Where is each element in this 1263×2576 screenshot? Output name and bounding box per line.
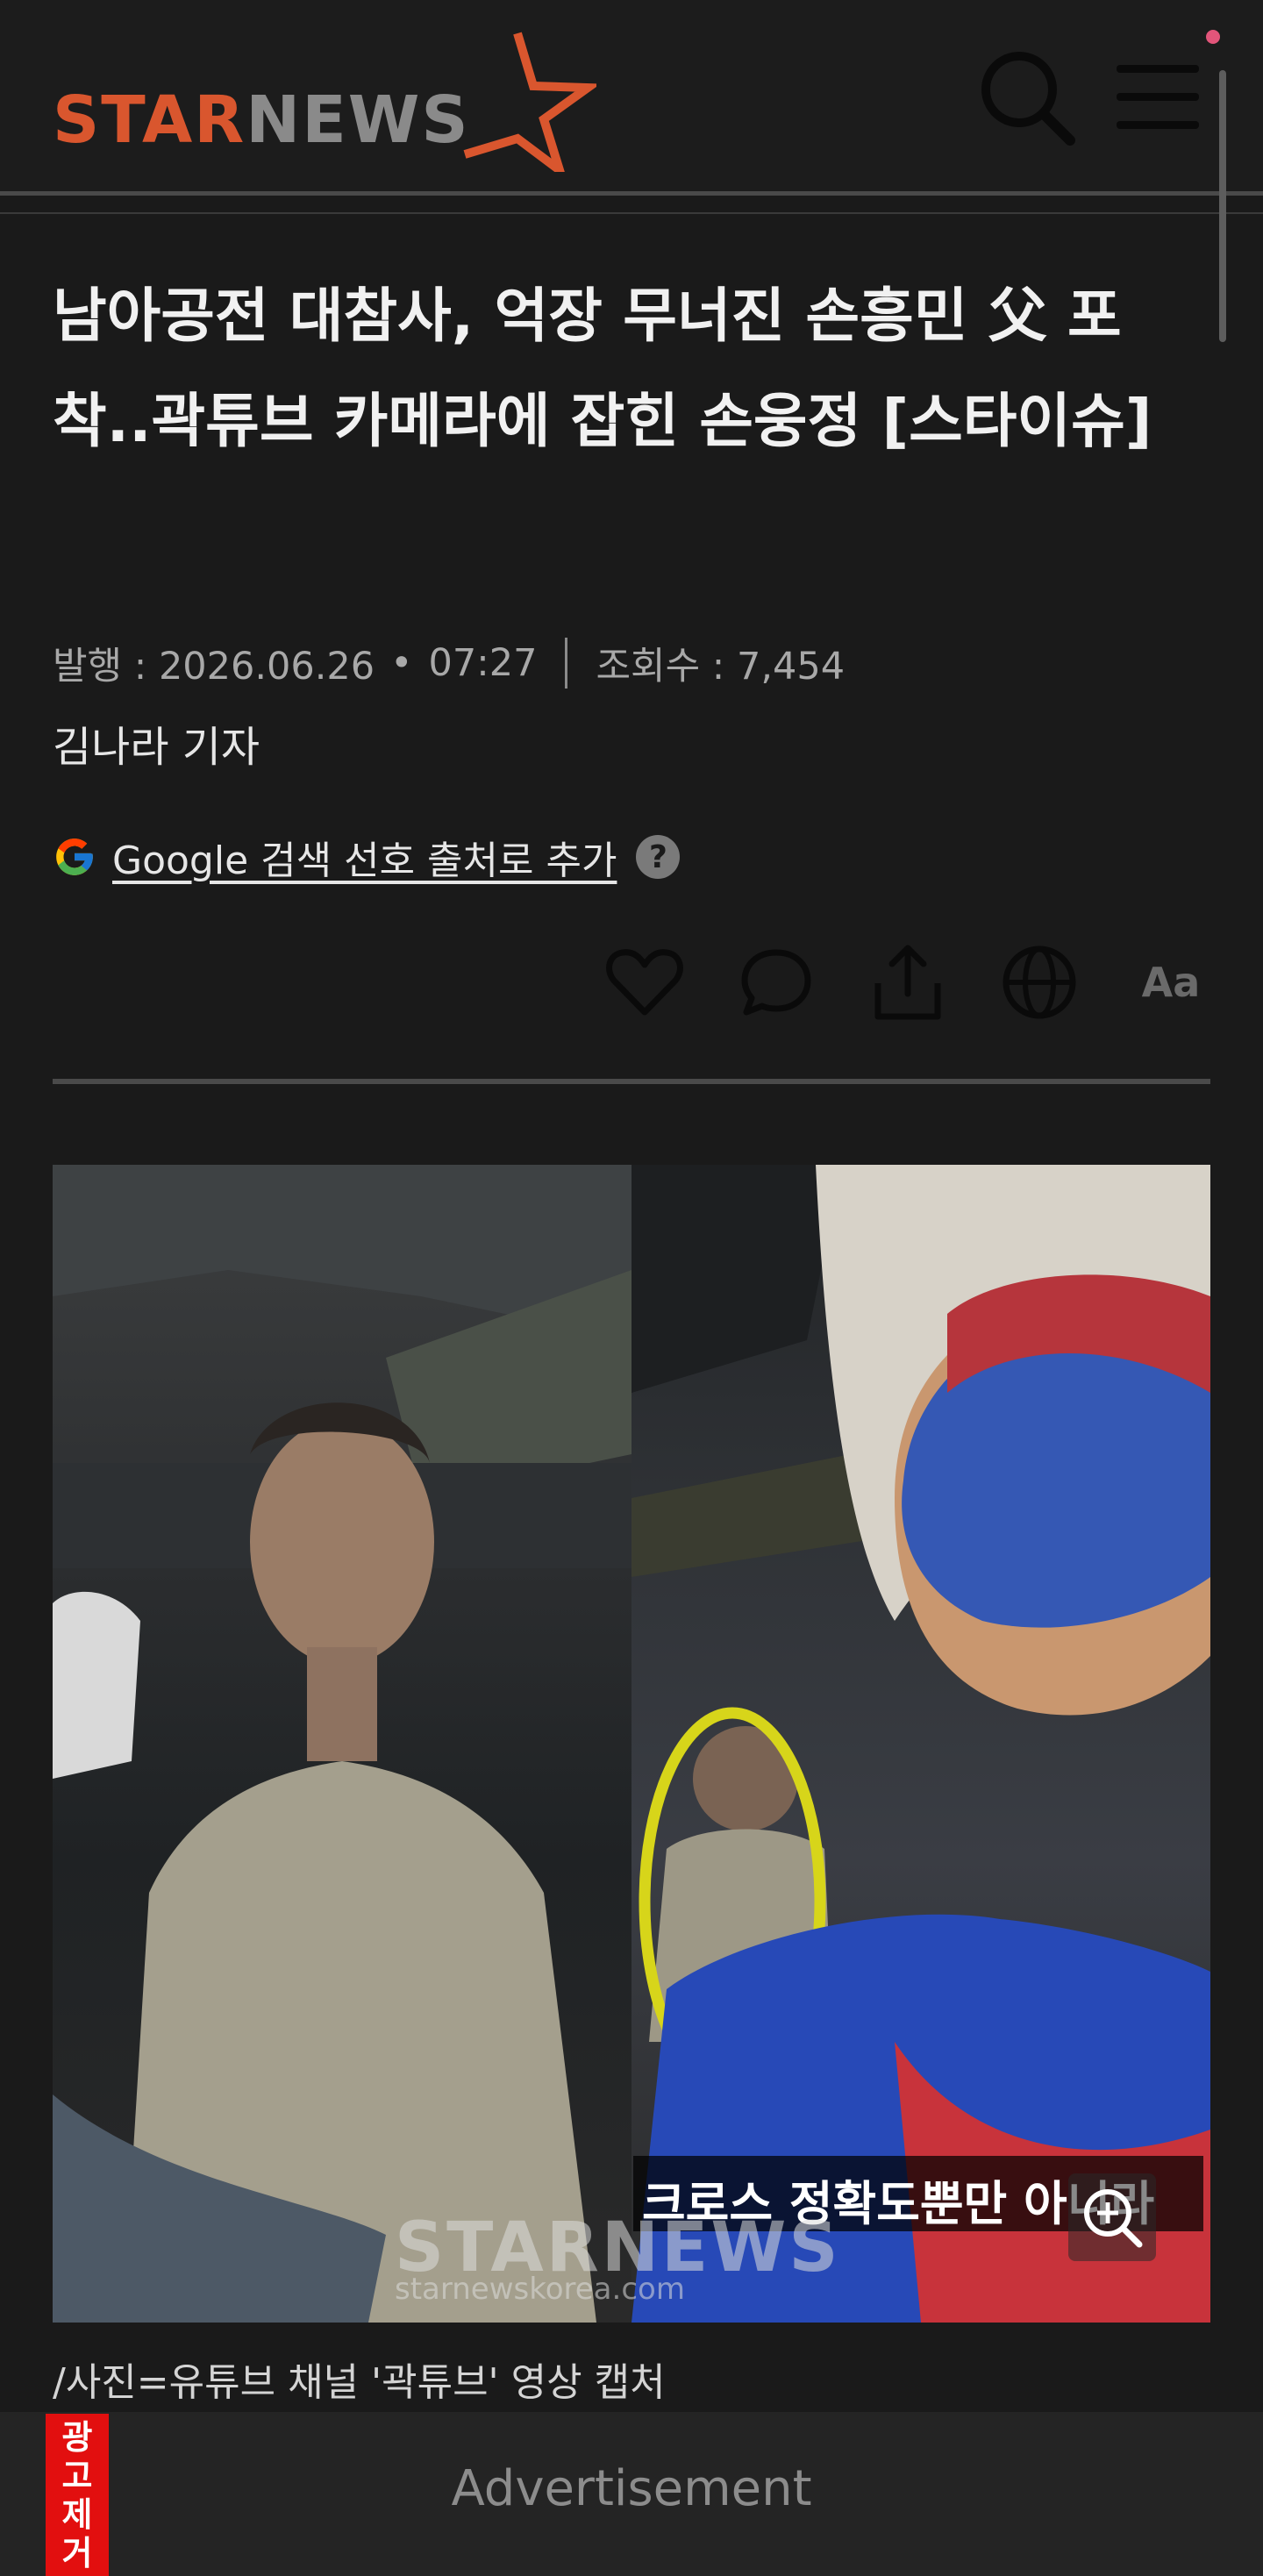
add-google-preferred-source-link[interactable]: Google 검색 선호 출처로 추가 — [112, 829, 617, 885]
article-divider — [53, 1079, 1210, 1084]
comment-icon[interactable] — [732, 938, 820, 1026]
published-time: 07:27 — [428, 641, 538, 685]
meta-dot: • — [390, 641, 413, 685]
view-count: 조회수 : 7,454 — [596, 645, 846, 689]
advertisement-label: Advertisement — [451, 2460, 812, 2517]
remove-ad-char: 광 — [61, 2417, 93, 2457]
header-subdivider — [0, 212, 1263, 214]
author-name[interactable]: 김나라 기자 — [53, 712, 260, 774]
watermark-url: starnewskorea.com — [395, 2272, 685, 2307]
scrollbar[interactable] — [1219, 70, 1226, 342]
heart-icon[interactable] — [601, 938, 689, 1026]
article-photo[interactable]: 크로스 정확도뿐만 아니라 STARNEWS starnewskorea.com — [53, 1165, 1210, 2323]
notification-dot — [1206, 30, 1220, 44]
google-preferred-source: Google 검색 선호 출처로 추가 ? — [53, 829, 681, 885]
article-title: 남아공전 대참사, 억장 무너진 손흥민 父 포착..곽튜브 카메라에 잡힌 손… — [53, 282, 1152, 455]
photo-left-panel — [53, 1165, 632, 2323]
starnews-logo[interactable]: STARNEWS — [53, 32, 596, 172]
google-icon — [56, 838, 93, 875]
share-icon[interactable] — [864, 938, 952, 1026]
photo-right-panel — [632, 1165, 1210, 2323]
published-date: 발행 : 2026.06.26 — [53, 645, 375, 689]
logo-text: STARNEWS — [53, 82, 470, 158]
globe-icon[interactable] — [995, 938, 1083, 1026]
article-meta: 발행 : 2026.06.26 • 07:27 조회수 : 7,454 — [53, 636, 845, 690]
remove-ad-char: 거 — [61, 2533, 93, 2572]
zoom-in-icon[interactable] — [1068, 2173, 1156, 2261]
meta-separator — [565, 638, 568, 689]
hamburger-menu-icon[interactable] — [1110, 53, 1206, 140]
help-icon[interactable]: ? — [636, 835, 681, 879]
photo-caption: /사진=유튜브 채널 '곽튜브' 영상 캡처 — [53, 2360, 666, 2405]
logo-news-text: NEWS — [246, 82, 470, 158]
logo-star-icon — [463, 32, 596, 172]
search-icon[interactable] — [974, 44, 1079, 149]
header-divider — [0, 191, 1263, 196]
font-size-icon[interactable]: Aa — [1127, 938, 1215, 1026]
logo-star-text: STAR — [53, 82, 246, 158]
